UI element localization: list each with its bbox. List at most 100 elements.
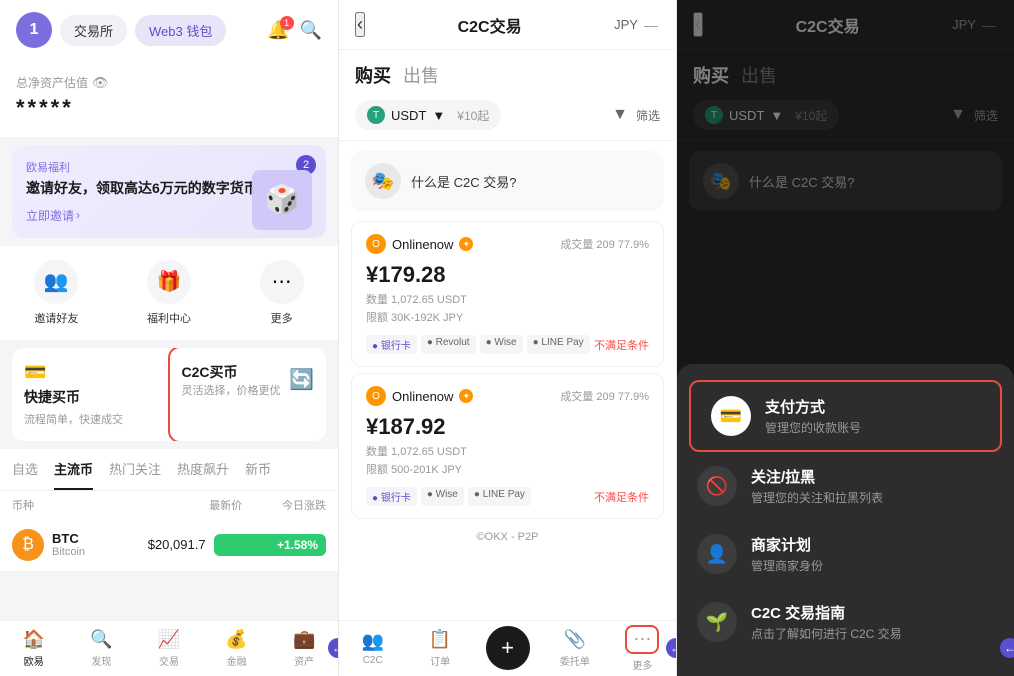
nav-discover-label: 发现 (91, 653, 111, 668)
payment-icon: 💳 (711, 396, 751, 436)
tab-web3[interactable]: Web3 钱包 (135, 15, 226, 46)
promo-banner[interactable]: 2 欧易福利 邀请好友，领取高达6万元的数字货币盲盒 立即邀请 › 🎲 (12, 145, 326, 238)
nav-assets-label: 资产 (294, 653, 314, 668)
seller-2: O Onlinenow ✦ (366, 386, 473, 406)
payment-method-item[interactable]: 💳 支付方式 管理您的收款账号 (691, 382, 1000, 450)
col-price: 最新价 (138, 497, 243, 513)
assets-label: 总净资产估值 (16, 74, 88, 91)
nav2-orders[interactable]: 📋 订单 (406, 621, 473, 676)
tag2-wise: ● Wise (421, 487, 464, 506)
filter-label: 筛选 (636, 107, 660, 124)
listing-2[interactable]: O Onlinenow ✦ 成交量 209 77.9% ¥187.92 数量 1… (351, 373, 664, 519)
btc-price: $20,091.7 (85, 537, 206, 552)
finance-icon: 💰 (225, 629, 247, 650)
trade-icon: 📈 (158, 629, 180, 650)
search-button[interactable]: 🔍 (300, 20, 322, 41)
divider-text: ©OKX - P2P (339, 525, 676, 549)
panel-c2c: ‹ C2C交易 JPY — 购买 出售 T USDT ▼ ¥10起 ▼ 筛选 🎭… (338, 0, 676, 676)
payment-menu-item-wrapper: 💳 支付方式 管理您的收款账号 (689, 380, 1002, 452)
follow-sub: 管理您的关注和拉黑列表 (751, 489, 883, 506)
bottom-nav: 🏠 欧易 🔍 发现 📈 交易 💰 金融 💼 资产 (0, 620, 338, 676)
orders-icon: 📋 (429, 629, 451, 650)
c2c-title: C2C买币 (182, 362, 281, 382)
quick-buy-icon: 💳 (24, 362, 157, 383)
back-button[interactable]: ‹ (355, 12, 365, 37)
tag-revolut: ● Revolut (421, 335, 476, 354)
token-selector[interactable]: T USDT ▼ ¥10起 (355, 100, 501, 130)
banner-image: 🎲 (252, 170, 312, 230)
not-satisfy-1: 不满足条件 (594, 337, 649, 353)
filter-icon[interactable]: ▼ (612, 106, 628, 124)
sell-label[interactable]: 出售 (403, 62, 439, 88)
user-avatar[interactable]: 1 (16, 12, 52, 48)
nav-home[interactable]: 🏠 欧易 (0, 621, 68, 676)
tab-trending[interactable]: 热度飙升 (177, 449, 229, 490)
listing2-price: ¥187.92 (366, 414, 649, 440)
tab-exchange[interactable]: 交易所 (60, 15, 127, 46)
tab-hot[interactable]: 热门关注 (109, 449, 161, 490)
add-button[interactable]: + (486, 626, 530, 670)
nav-trade[interactable]: 📈 交易 (135, 621, 203, 676)
quicklink-more-label: 更多 (271, 310, 293, 326)
more-highlight: ⋯ (625, 625, 659, 654)
notification-button[interactable]: 🔔 1 (267, 20, 289, 41)
more-nav-icon: ⋯ (633, 629, 651, 649)
panel2-header: ‹ C2C交易 JPY — (339, 0, 676, 50)
payment-sub: 管理您的收款账号 (765, 419, 861, 436)
c2c-arrow-icon: 🔄 (289, 367, 314, 392)
tag2-bank: ● 银行卡 (366, 487, 417, 506)
more-menu-panel: 💳 支付方式 管理您的收款账号 🚫 关注/拉黑 管理您的关注和拉黑列表 👤 商家… (677, 364, 1014, 676)
quicklink-invite-label: 邀请好友 (34, 310, 78, 326)
info-text: 什么是 C2C 交易? (411, 172, 516, 191)
tag-bank: ● 银行卡 (366, 335, 417, 354)
buy-label[interactable]: 购买 (355, 62, 391, 88)
info-banner[interactable]: 🎭 什么是 C2C 交易? (351, 151, 664, 211)
c2c-guide-item[interactable]: 🌱 C2C 交易指南 点击了解如何进行 C2C 交易 (677, 588, 1014, 656)
buy-sell-toggle: 购买 出售 (339, 50, 676, 100)
assets-section: 总净资产估值 👁 ***** (0, 60, 338, 137)
quick-buy-item[interactable]: 💳 快捷买币 流程简单，快速成交 (12, 348, 170, 441)
panel3-back-arrow[interactable]: ← (1000, 638, 1014, 658)
c2c-title: C2C交易 (458, 13, 522, 37)
nav2-delegate[interactable]: 📎 委托单 (541, 621, 608, 676)
guide-sub: 点击了解如何进行 C2C 交易 (751, 625, 902, 642)
seller2-icon: O (366, 386, 386, 406)
seller1-name: Onlinenow (392, 237, 453, 252)
tab-new[interactable]: 新币 (245, 449, 271, 490)
seller1-badge: ✦ (459, 237, 473, 251)
nav-discover[interactable]: 🔍 发现 (68, 621, 136, 676)
listing-1[interactable]: O Onlinenow ✦ 成交量 209 77.9% ¥179.28 数量 1… (351, 221, 664, 367)
tab-watchlist[interactable]: 自选 (12, 449, 38, 490)
tab-mainstream[interactable]: 主流币 (54, 449, 93, 490)
seller2-name: Onlinenow (392, 389, 453, 404)
btc-row[interactable]: ₿ BTC Bitcoin $20,091.7 +1.58% (0, 519, 338, 571)
tag-linepay: ● LINE Pay (527, 335, 590, 354)
not-satisfy-2: 不满足条件 (594, 489, 649, 505)
panel2-bottom-nav: 👥 C2C 📋 订单 + 📎 委托单 ⋯ 更多 (339, 620, 676, 676)
currency-label: JPY (614, 17, 638, 32)
min-amount: ¥10起 (457, 107, 489, 124)
table-header: 币种 最新价 今日涨跌 (0, 491, 338, 519)
usdt-icon: T (367, 106, 385, 124)
payment-tags-1: ● 银行卡 ● Revolut ● Wise ● LINE Pay (366, 335, 590, 354)
c2c-buy-item[interactable]: C2C买币 灵活选择，价格更优 🔄 (168, 348, 327, 441)
payment-title: 支付方式 (765, 396, 861, 417)
btc-icon: ₿ (12, 529, 44, 561)
nav-finance[interactable]: 💰 金融 (203, 621, 271, 676)
listing1-header: O Onlinenow ✦ 成交量 209 77.9% (366, 234, 649, 254)
quicklink-invite[interactable]: 👥 邀请好友 (34, 260, 78, 326)
quicklink-rewards[interactable]: 🎁 福利中心 (147, 260, 191, 326)
listing1-price: ¥179.28 (366, 262, 649, 288)
eye-icon[interactable]: 👁 (92, 75, 109, 91)
quicklink-more[interactable]: ⋯ 更多 (260, 260, 304, 326)
notification-badge: 1 (280, 16, 294, 30)
nav2-c2c[interactable]: 👥 C2C (339, 621, 406, 676)
listing1-meta: 成交量 209 77.9% (560, 236, 649, 252)
home-icon: 🏠 (23, 629, 45, 650)
panel-exchange: 1 交易所 Web3 钱包 🔔 1 🔍 总净资产估值 👁 ***** 2 欧易福… (0, 0, 338, 676)
merchant-plan-item[interactable]: 👤 商家计划 管理商家身份 (677, 520, 1014, 588)
btc-name: BTC (52, 531, 85, 546)
follow-block-item[interactable]: 🚫 关注/拉黑 管理您的关注和拉黑列表 (677, 452, 1014, 520)
guide-title: C2C 交易指南 (751, 602, 902, 623)
nav2-add[interactable]: + (474, 621, 541, 676)
